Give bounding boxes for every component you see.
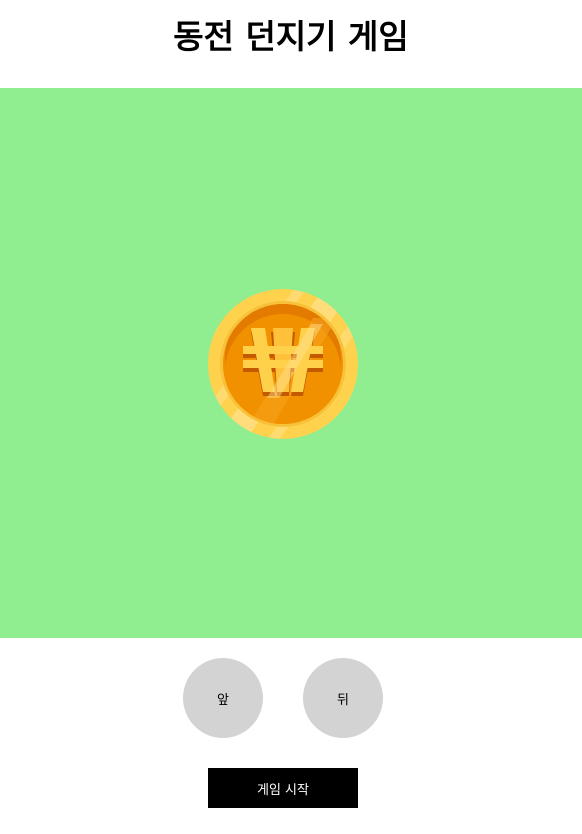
won-coin-icon [207, 288, 359, 440]
game-area [0, 88, 582, 638]
coin-toss-page: 동전 던지기 게임 앞 뒤 게임 시작 [0, 0, 582, 834]
back-choice-button[interactable]: 뒤 [303, 658, 383, 738]
front-choice-button[interactable]: 앞 [183, 658, 263, 738]
page-title: 동전 던지기 게임 [173, 17, 409, 56]
start-game-button[interactable]: 게임 시작 [208, 768, 358, 808]
